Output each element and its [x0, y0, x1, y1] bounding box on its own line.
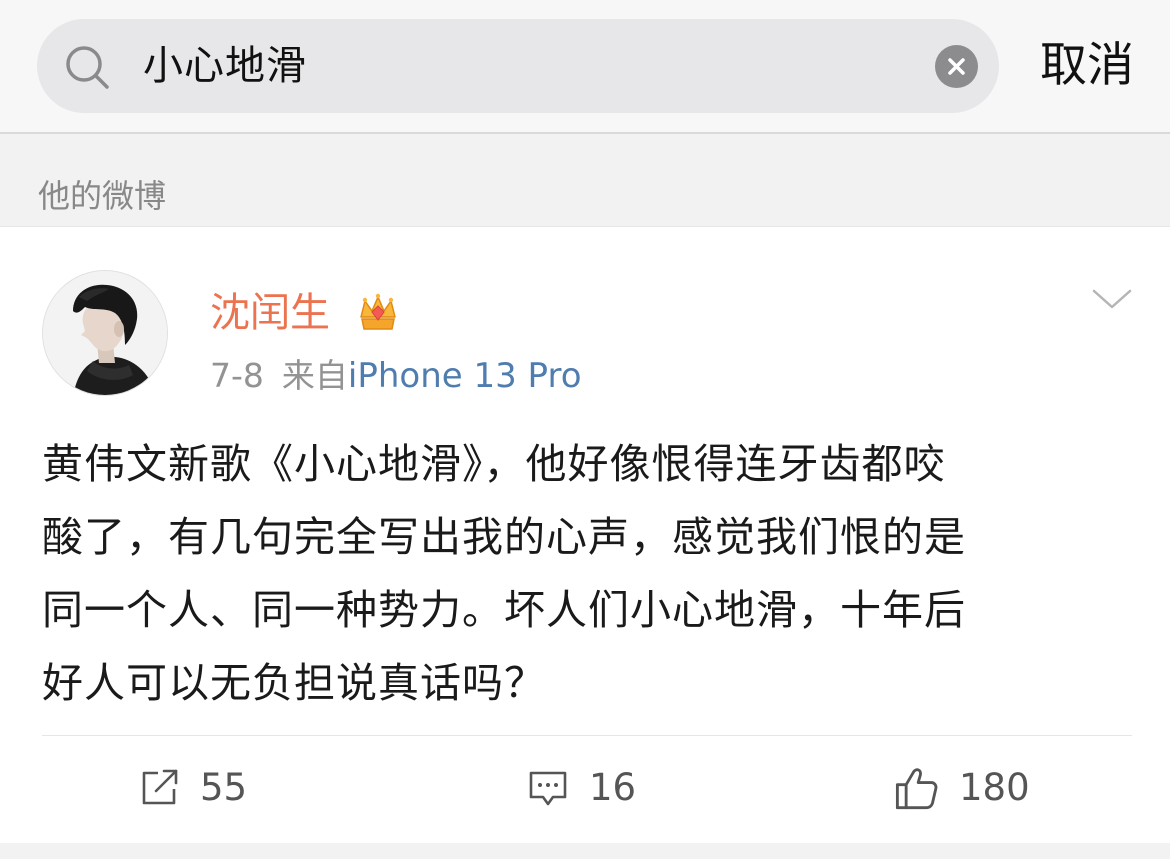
cancel-button[interactable]: 取消 — [1040, 34, 1134, 98]
post-source[interactable]: iPhone 13 Pro — [348, 356, 582, 396]
post-text-line: 酸了，有几句完全写出我的心声，感觉我们恨的是 — [42, 513, 966, 561]
post-text-line: 好人可以无负担说真话吗？ — [42, 659, 546, 707]
repost-button[interactable]: 55 — [138, 760, 247, 816]
post-text-line: 同一个人、同一种势力。坏人们小心地滑，十年后 — [42, 586, 966, 634]
search-icon — [66, 46, 109, 89]
like-button[interactable]: 180 — [893, 760, 1030, 816]
author-name[interactable]: 沈闰生 — [210, 285, 330, 341]
chevron-down-icon[interactable] — [1090, 285, 1134, 313]
repost-icon — [142, 769, 178, 805]
avatar-image — [43, 271, 167, 395]
post-divider — [42, 735, 1132, 736]
section-header — [0, 134, 1170, 227]
search-input[interactable]: 小心地滑 — [143, 38, 307, 94]
comment-button[interactable]: 16 — [527, 760, 636, 816]
avatar[interactable] — [42, 270, 168, 396]
like-count: 180 — [959, 766, 1030, 809]
post-date: 7-8 — [210, 356, 264, 395]
comment-count: 16 — [589, 766, 637, 809]
post-text-line: 黄伟文新歌《小心地滑》，他好像恨得连牙齿都咬 — [42, 440, 946, 488]
post-content[interactable]: 黄伟文新歌《小心地滑》，他好像恨得连牙齿都咬 酸了，有几句完全写出我的心声，感觉… — [42, 428, 1132, 720]
section-title: 他的微博 — [38, 177, 167, 215]
post-from-label: 来自 — [281, 356, 348, 395]
clear-icon — [948, 58, 965, 75]
app-screen: 小心地滑 取消 他的微博 沈闰生 7-8 来自iPhone 13 Pro 黄伟文… — [0, 0, 1170, 859]
comment-icon — [529, 771, 567, 806]
repost-count: 55 — [200, 766, 248, 809]
clear-search-button[interactable] — [935, 45, 978, 88]
crown-icon — [360, 293, 396, 330]
thumbs-up-icon — [895, 768, 938, 810]
section-divider — [0, 226, 1170, 227]
bottom-spacer — [0, 843, 1170, 859]
post-meta: 7-8 来自iPhone 13 Pro — [210, 354, 582, 398]
